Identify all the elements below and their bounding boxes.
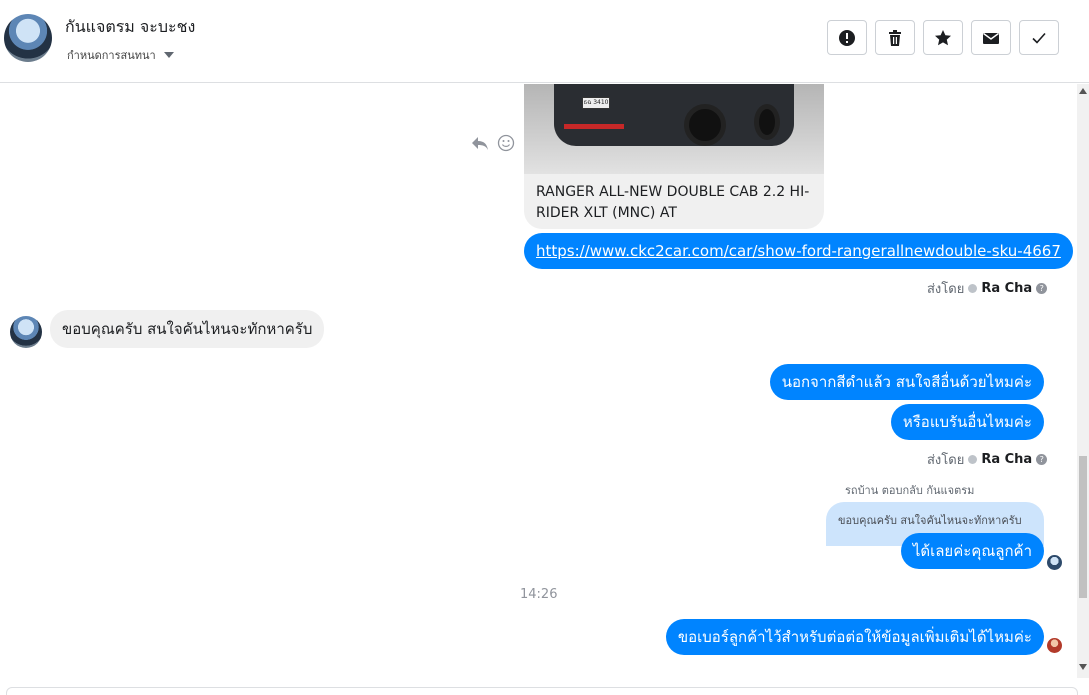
message-actions xyxy=(471,134,515,152)
scrollbar-thumb[interactable] xyxy=(1079,456,1087,598)
contact-avatar-small xyxy=(10,316,42,348)
link-card-title: RANGER ALL-NEW DOUBLE CAB 2.2 HI-RIDER X… xyxy=(536,184,810,221)
emoji-icon[interactable] xyxy=(497,134,515,152)
outgoing-message: ได้เลยค่ะคุณลูกค้า xyxy=(900,533,1044,569)
conversation-header: กันแจตรม จะบะชง กำหนดการสนทนา xyxy=(0,0,1089,83)
seen-avatar xyxy=(1047,555,1062,570)
car-wheel xyxy=(754,104,780,140)
mark-done-button[interactable] xyxy=(1019,20,1059,55)
toolbar xyxy=(827,20,1059,55)
sender-dot-icon xyxy=(968,284,978,293)
assign-conversation-dropdown[interactable]: กำหนดการสนทนา xyxy=(67,46,174,64)
sent-by-prefix: ส่งโดย xyxy=(927,282,965,297)
sent-by-prefix: ส่งโดย xyxy=(927,453,965,468)
link-preview-card[interactable]: ธฉ 3410 RANGER ALL-NEW DOUBLE CAB 2.2 HI… xyxy=(524,84,824,229)
contact-name[interactable]: กันแจตรม จะบะชง xyxy=(65,15,195,40)
sent-by-label: ส่งโดย Ra Cha ? xyxy=(927,278,1048,299)
car-image: ธฉ 3410 xyxy=(524,84,824,174)
mark-unread-button[interactable] xyxy=(971,20,1011,55)
trash-icon xyxy=(889,29,901,46)
sender-dot-icon xyxy=(968,455,978,464)
message-composer[interactable] xyxy=(6,687,1078,695)
reply-icon[interactable] xyxy=(471,134,489,152)
outgoing-message: ขอเบอร์ลูกค้าไว้สำหรับต่อต่อให้ข้อมูลเพิ… xyxy=(665,619,1044,655)
sent-by-label: ส่งโดย Ra Cha ? xyxy=(927,449,1048,470)
help-icon[interactable]: ? xyxy=(1036,283,1048,294)
help-icon[interactable]: ? xyxy=(1036,454,1048,465)
car-wheel xyxy=(684,104,726,146)
scroll-down-icon[interactable] xyxy=(1079,664,1087,670)
star-icon xyxy=(935,29,951,45)
mark-spam-button[interactable] xyxy=(827,20,867,55)
incoming-message: ขอบคุณครับ สนใจคันไหนจะทักหาครับ xyxy=(50,310,325,348)
message-timestamp: 14:26 xyxy=(520,587,558,602)
reply-label: รถบ้าน ตอบกลับ กันแจตรม xyxy=(845,484,975,497)
sender-name[interactable]: Ra Cha xyxy=(981,281,1032,296)
envelope-icon xyxy=(983,32,999,44)
scroll-up-icon[interactable] xyxy=(1079,88,1087,94)
message-link[interactable]: https://www.ckc2car.com/car/show-ford-ra… xyxy=(536,242,1061,260)
caret-down-icon xyxy=(163,52,174,58)
sender-name[interactable]: Ra Cha xyxy=(981,452,1032,467)
message-bubble-link: https://www.ckc2car.com/car/show-ford-ra… xyxy=(524,233,1073,269)
contact-avatar[interactable] xyxy=(4,14,52,62)
assign-label: กำหนดการสนทนา xyxy=(67,49,156,62)
star-button[interactable] xyxy=(923,20,963,55)
seen-avatar xyxy=(1047,638,1062,653)
outgoing-message: หรือแบรันอื่นไหมค่ะ xyxy=(890,404,1044,440)
delete-button[interactable] xyxy=(875,20,915,55)
car-trim xyxy=(564,124,624,129)
alert-icon xyxy=(839,29,855,46)
check-icon xyxy=(1032,32,1046,44)
outgoing-message: นอกจากสีดำแล้ว สนใจสีอื่นด้วยไหมค่ะ xyxy=(769,364,1044,400)
license-plate: ธฉ 3410 xyxy=(582,97,610,109)
